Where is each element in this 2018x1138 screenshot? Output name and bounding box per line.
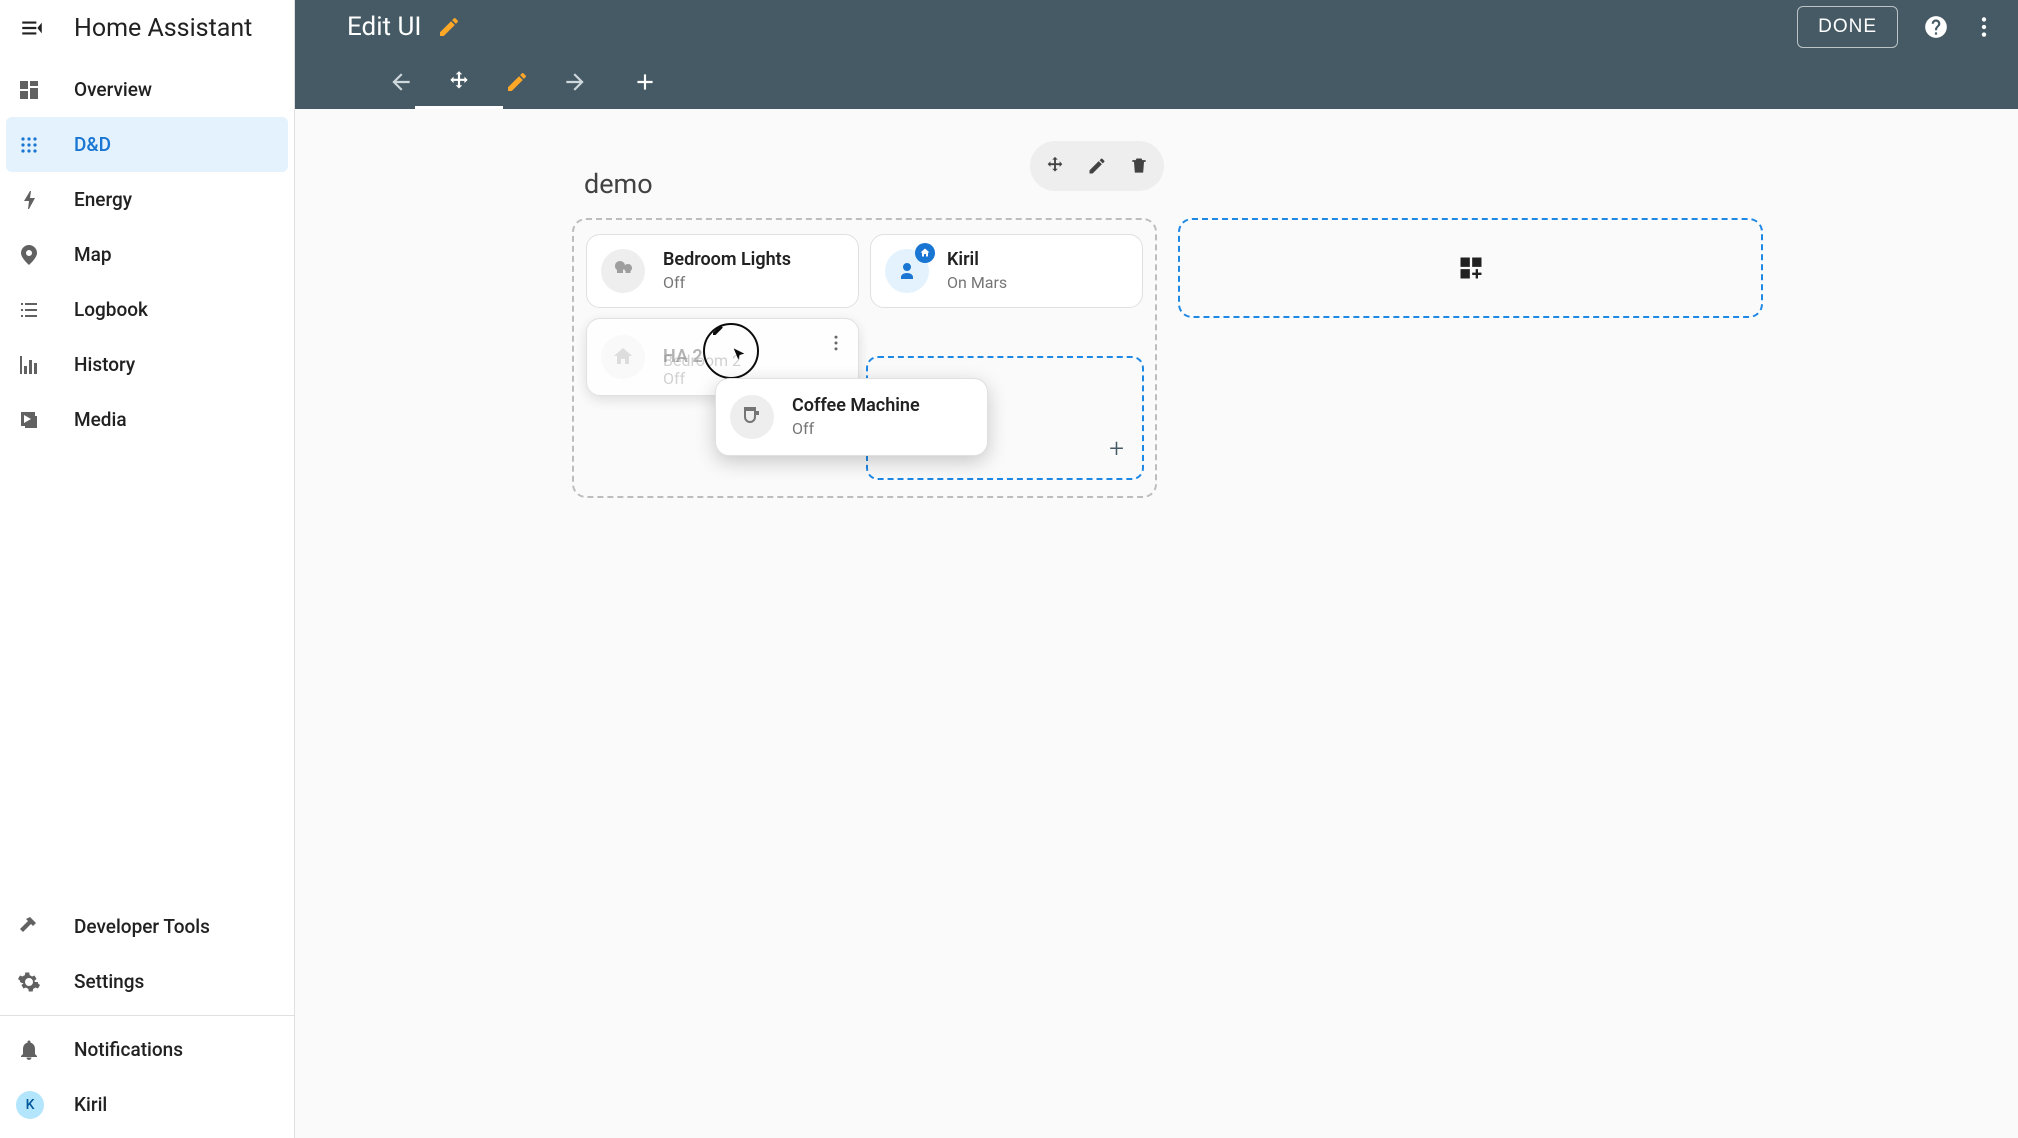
- card-coffee-machine-dragging[interactable]: Coffee Machine Off: [715, 378, 988, 456]
- move-icon: [446, 69, 472, 95]
- nav-label: Kiril: [74, 1093, 107, 1116]
- play-box-icon: [16, 407, 42, 433]
- nav-label: Media: [74, 408, 127, 431]
- sidebar-item-media[interactable]: Media: [6, 392, 288, 447]
- sidebar-item-energy[interactable]: Energy: [6, 172, 288, 227]
- card-state-overlay: Off: [663, 369, 685, 388]
- page-title: Edit UI: [347, 12, 421, 42]
- pencil-icon: [437, 15, 461, 39]
- nav-label: History: [74, 353, 135, 376]
- sidebar-item-developer-tools[interactable]: Developer Tools: [6, 899, 288, 954]
- nav-label: Map: [74, 243, 112, 266]
- sidebar-item-settings[interactable]: Settings: [6, 954, 288, 1009]
- sidebar-item-history[interactable]: History: [6, 337, 288, 392]
- sidebar-item-user[interactable]: K Kiril: [6, 1077, 288, 1132]
- trash-icon: [1129, 156, 1149, 176]
- nav-label: Logbook: [74, 298, 148, 321]
- drag-grid-icon: [16, 132, 42, 158]
- hammer-icon: [16, 914, 42, 940]
- menu-collapse-icon: [19, 15, 45, 41]
- gear-icon: [16, 969, 42, 995]
- plus-icon: +: [1109, 434, 1124, 464]
- content-area: Edit UI DONE demo: [295, 0, 2018, 1138]
- home-icon: [601, 335, 645, 379]
- section-title[interactable]: demo: [584, 168, 653, 200]
- sidebar-item-dnd[interactable]: D&D: [6, 117, 288, 172]
- tab-forward-button[interactable]: [549, 55, 601, 109]
- bolt-icon: [16, 187, 42, 213]
- add-section-icon: [1457, 254, 1485, 282]
- card-title-overlay: Bedroom 2: [663, 351, 741, 370]
- nav-label: Overview: [74, 78, 152, 101]
- card-state: Off: [663, 273, 791, 292]
- person-icon: [885, 249, 929, 293]
- card-title: Coffee Machine: [792, 396, 920, 417]
- collapse-sidebar-button[interactable]: [10, 6, 54, 50]
- coffee-machine-icon: [730, 395, 774, 439]
- nav-list-bottom: Developer Tools Settings: [0, 893, 294, 1015]
- section-move-button[interactable]: [1034, 145, 1076, 187]
- dots-vertical-icon: [826, 333, 846, 353]
- brand-title: Home Assistant: [74, 14, 252, 43]
- dashboard-icon: [16, 77, 42, 103]
- nav-list: Overview D&D Energy Map Logbook: [0, 56, 294, 453]
- nav-label: Notifications: [74, 1038, 183, 1061]
- add-tab-button[interactable]: [619, 55, 671, 109]
- dashboard-canvas: demo Bedroom Lights: [295, 109, 2018, 1138]
- section-delete-button[interactable]: [1118, 145, 1160, 187]
- light-group-icon: [601, 249, 645, 293]
- sidebar-item-map[interactable]: Map: [6, 227, 288, 282]
- map-icon: [16, 242, 42, 268]
- edit-title-button[interactable]: [429, 7, 469, 47]
- nav-label: Developer Tools: [74, 915, 210, 938]
- sidebar: Home Assistant Overview D&D Energy Map: [0, 0, 295, 1138]
- arrow-left-icon: [388, 69, 414, 95]
- chart-icon: [16, 352, 42, 378]
- sidebar-item-notifications[interactable]: Notifications: [6, 1022, 288, 1077]
- nav-label: Settings: [74, 970, 144, 993]
- add-section-drop-zone[interactable]: [1178, 218, 1763, 318]
- card-overflow-button[interactable]: [822, 329, 850, 357]
- pencil-icon: [1087, 156, 1107, 176]
- done-button[interactable]: DONE: [1797, 6, 1898, 48]
- section-actions: [1030, 141, 1164, 191]
- help-icon: [1923, 14, 1949, 40]
- nav-label: Energy: [74, 188, 132, 211]
- card-title: Bedroom Lights: [663, 250, 791, 271]
- move-icon: [1044, 155, 1066, 177]
- plus-icon: [632, 69, 658, 95]
- bell-icon: [16, 1037, 42, 1063]
- card-kiril[interactable]: Kiril On Mars: [870, 234, 1143, 308]
- card-state: Off: [792, 419, 920, 438]
- sidebar-item-logbook[interactable]: Logbook: [6, 282, 288, 337]
- arrow-right-icon: [562, 69, 588, 95]
- help-button[interactable]: [1916, 7, 1956, 47]
- avatar: K: [16, 1091, 44, 1119]
- overflow-button[interactable]: [1964, 7, 2004, 47]
- tab-move-button[interactable]: [433, 55, 485, 109]
- pencil-icon: [711, 321, 727, 337]
- nav-label: D&D: [74, 133, 111, 156]
- pencil-icon: [505, 70, 529, 94]
- top-bar: Edit UI DONE: [295, 0, 2018, 54]
- view-toolbar: [295, 54, 2018, 109]
- dots-vertical-icon: [1971, 14, 1997, 40]
- tab-edit-button[interactable]: [491, 55, 543, 109]
- section-edit-button[interactable]: [1076, 145, 1118, 187]
- card-state: On Mars: [947, 273, 1007, 292]
- home-badge-icon: [915, 243, 935, 263]
- card-title: Kiril: [947, 250, 1007, 271]
- sidebar-item-overview[interactable]: Overview: [6, 62, 288, 117]
- tab-back-button[interactable]: [375, 55, 427, 109]
- sidebar-header: Home Assistant: [0, 0, 294, 56]
- card-bedroom-lights[interactable]: Bedroom Lights Off: [586, 234, 859, 308]
- nav-list-footer: Notifications K Kiril: [0, 1016, 294, 1138]
- list-icon: [16, 297, 42, 323]
